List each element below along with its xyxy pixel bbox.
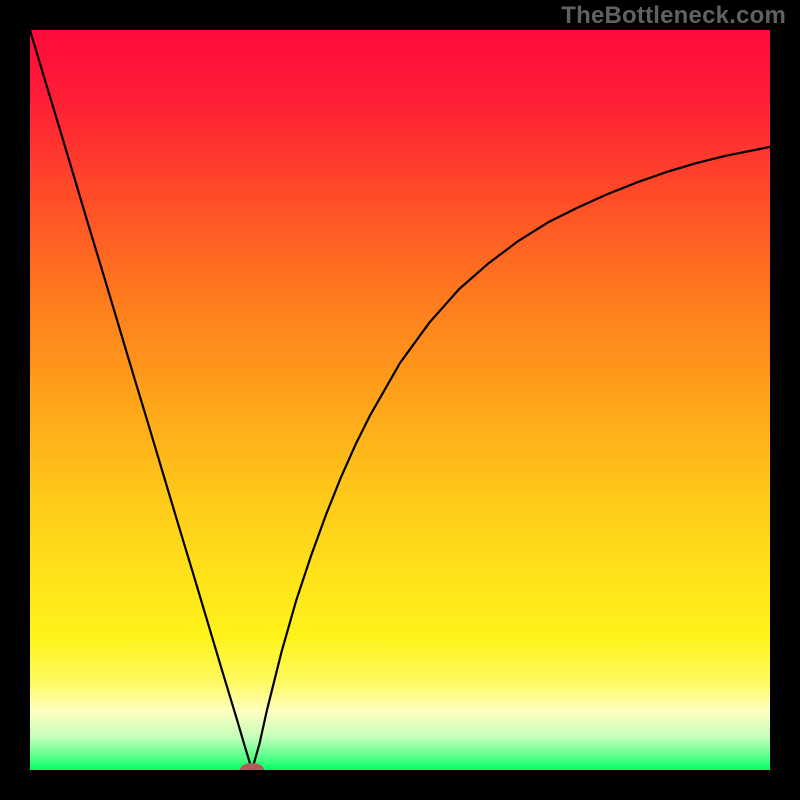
- chart-container: TheBottleneck.com: [0, 0, 800, 800]
- bottleneck-chart: [30, 30, 770, 770]
- watermark-text: TheBottleneck.com: [561, 2, 786, 30]
